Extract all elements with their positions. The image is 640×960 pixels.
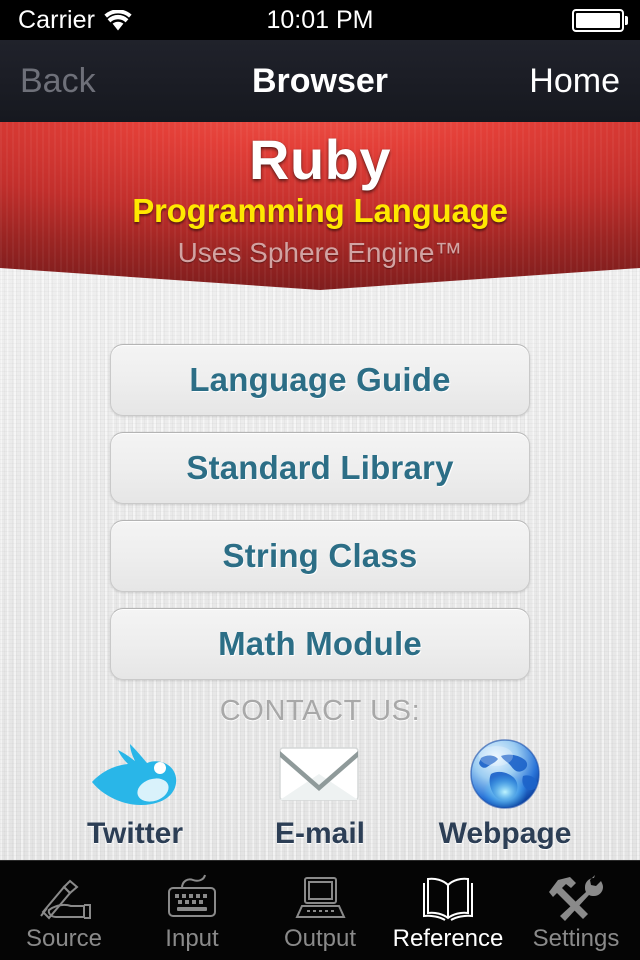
menu-button-label: Standard Library [186, 449, 454, 486]
menu-button-language-guide[interactable]: Language Guide [110, 344, 530, 416]
back-button[interactable]: Back [20, 62, 96, 101]
app-root: Carrier 10:01 PM Back Browser Home Ruby … [0, 0, 640, 960]
tab-input[interactable]: Input [128, 861, 256, 960]
tab-label: Input [165, 925, 219, 952]
status-bar: Carrier 10:01 PM [0, 0, 640, 40]
menu-button-label: Language Guide [189, 361, 451, 398]
twitter-bird-icon [80, 735, 190, 813]
banner-title: Ruby [249, 128, 391, 191]
language-banner: Ruby Programming Language Uses Sphere En… [0, 122, 640, 290]
menu-button-list: Language Guide Standard Library String C… [110, 344, 530, 696]
tab-label: Reference [392, 925, 504, 952]
envelope-icon [278, 735, 362, 813]
tab-settings[interactable]: Settings [512, 861, 640, 960]
contact-link-label: Webpage [438, 817, 572, 850]
tab-output[interactable]: Output [256, 861, 384, 960]
contact-link-twitter[interactable]: Twitter [60, 735, 210, 851]
hand-writing-icon [34, 868, 94, 922]
menu-button-standard-library[interactable]: Standard Library [110, 432, 530, 504]
tab-label: Output [283, 925, 357, 952]
tab-label: Source [25, 925, 103, 952]
tab-bar: Source Input Output Reference Settings [0, 860, 640, 960]
tab-source[interactable]: Source [0, 861, 128, 960]
menu-button-math-module[interactable]: Math Module [110, 608, 530, 680]
contact-link-email[interactable]: E-mail [245, 735, 395, 851]
menu-button-string-class[interactable]: String Class [110, 520, 530, 592]
battery-full-icon [572, 9, 628, 32]
contact-link-label: E-mail [274, 817, 366, 850]
open-book-icon [418, 868, 478, 922]
contact-links: Twitter E-mail Webpage [60, 735, 580, 851]
menu-button-label: String Class [222, 537, 418, 574]
tab-label: Settings [532, 925, 620, 952]
banner-subtitle: Programming Language [132, 192, 508, 230]
hammer-wrench-icon [546, 868, 606, 922]
tab-reference[interactable]: Reference [384, 861, 512, 960]
banner-tagline: Uses Sphere Engine™ [177, 237, 463, 269]
contact-heading: CONTACT US: [219, 695, 421, 727]
laptop-icon [290, 868, 350, 922]
globe-icon [467, 735, 543, 813]
menu-button-label: Math Module [218, 625, 422, 662]
contact-link-webpage[interactable]: Webpage [430, 735, 580, 851]
navigation-bar: Back Browser Home [0, 40, 640, 122]
content-area: Ruby Programming Language Uses Sphere En… [0, 122, 640, 860]
home-button[interactable]: Home [529, 62, 620, 101]
clock-label: 10:01 PM [266, 5, 374, 34]
keyboard-icon [162, 868, 222, 922]
contact-link-label: Twitter [86, 817, 184, 850]
